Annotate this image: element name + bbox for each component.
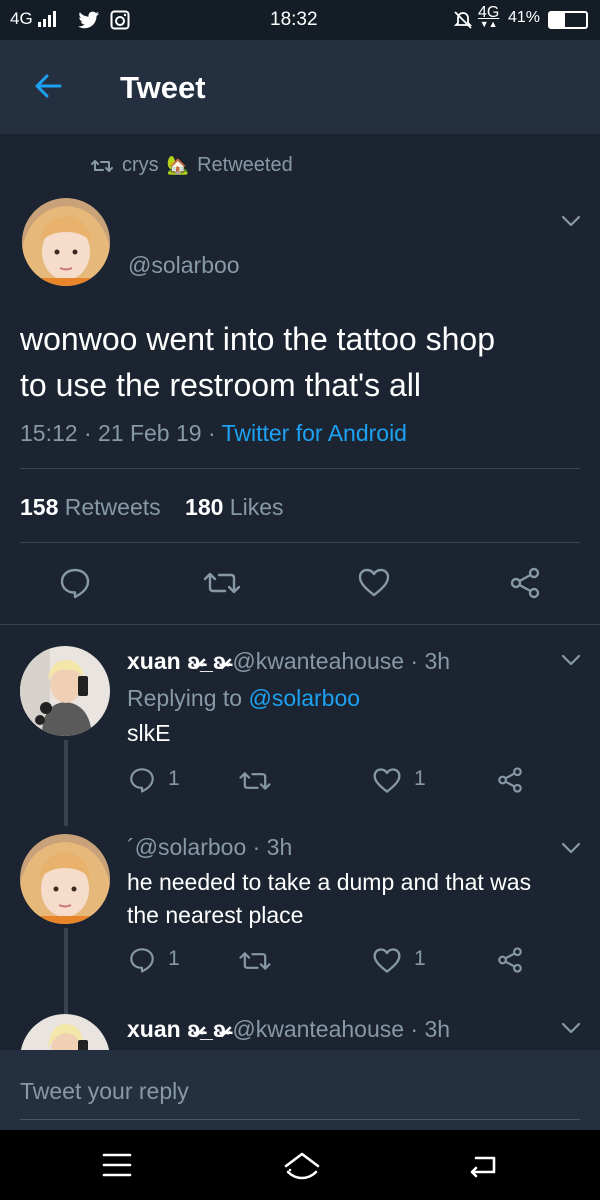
status-time: 18:32	[270, 9, 318, 30]
back-arrow-icon[interactable]	[30, 68, 66, 104]
instagram-icon	[110, 10, 130, 30]
divider	[20, 542, 580, 543]
like-count: 1	[414, 767, 426, 790]
like-count: 1	[414, 947, 426, 970]
like-heart-icon[interactable]	[372, 766, 402, 796]
back-nav-icon[interactable]	[466, 1152, 500, 1178]
reply-text: he needed to take a dump and that was th…	[127, 866, 531, 932]
reply-author-name[interactable]: xuan ʚ̴̶̷̷_ʚ̴̶̷̷	[127, 1016, 226, 1042]
retweeted-label: Retweeted	[197, 154, 293, 176]
reply-count: 1	[168, 767, 180, 790]
retweet-action-icon[interactable]	[238, 768, 272, 794]
share-icon[interactable]	[496, 946, 524, 974]
page-title: Tweet	[120, 70, 206, 105]
replying-to: Replying to @solarboo	[127, 685, 360, 712]
reply-header: xuan ʚ̴̶̷̷_ʚ̴̶̷̷ @kwanteahouse · 3h	[127, 648, 450, 675]
reply-icon[interactable]	[128, 766, 156, 794]
reply-author-handle[interactable]: ´@solarboo · 3h	[127, 834, 292, 861]
reply-avatar[interactable]	[20, 1014, 110, 1050]
share-icon[interactable]	[496, 766, 524, 794]
reply-compose-bar: Tweet your reply	[0, 1050, 600, 1130]
reply-author-name[interactable]: xuan ʚ̴̶̷̷_ʚ̴̶̷̷	[127, 648, 226, 674]
retweet-action-icon[interactable]	[238, 948, 272, 974]
chevron-down-icon[interactable]	[560, 1021, 582, 1035]
likes-stat[interactable]: 180 Likes	[185, 494, 283, 520]
data-arrows-icon: ▼▲	[479, 19, 498, 29]
tweet-text-line-1: wonwoo went into the tattoo shop	[20, 321, 495, 357]
author-handle[interactable]: @solarboo	[128, 252, 240, 279]
thread-line	[64, 740, 68, 826]
menu-icon[interactable]	[102, 1152, 132, 1178]
reply-avatar[interactable]	[20, 834, 110, 924]
tweet-text: wonwoo went into the tattoo shop to use …	[20, 316, 495, 408]
reply-header: xuan ʚ̴̶̷̷_ʚ̴̶̷̷ @kwanteahouse · 3h	[127, 1016, 450, 1043]
signal-bars-icon	[37, 11, 56, 27]
retweet-context[interactable]: crys 🏡 Retweeted	[90, 154, 293, 177]
likes-count: 180	[185, 494, 224, 520]
replying-to-prefix: Replying to	[127, 685, 249, 711]
chevron-down-icon[interactable]	[560, 841, 582, 855]
retweets-label: Retweets	[64, 494, 161, 520]
battery-icon	[548, 11, 588, 29]
status-bar: 4G 18:32 4G ▼▲ 41%	[0, 0, 600, 40]
retweets-count: 158	[20, 494, 59, 520]
reply-author-handle[interactable]: @kwanteahouse · 3h	[232, 648, 450, 674]
reply-author-handle[interactable]: @kwanteahouse · 3h	[232, 1016, 450, 1042]
reply-input[interactable]: Tweet your reply	[20, 1078, 189, 1105]
reply-count: 1	[168, 947, 180, 970]
home-icon[interactable]	[282, 1150, 322, 1180]
chevron-down-icon[interactable]	[560, 214, 582, 228]
reply-avatar-clip	[20, 1014, 110, 1050]
author-avatar[interactable]	[22, 198, 110, 286]
house-emoji: 🏡	[166, 155, 190, 175]
retweet-action-icon[interactable]	[202, 568, 242, 598]
signal-left: 4G	[10, 9, 56, 29]
tweet-timestamp: 15:12 · 21 Feb 19 ·	[20, 420, 222, 446]
like-heart-icon[interactable]	[357, 566, 391, 600]
alarm-off-icon	[453, 11, 473, 29]
app-header: Tweet	[0, 40, 600, 134]
reply-input-underline	[20, 1119, 580, 1120]
retweeter-name: crys	[122, 154, 159, 176]
tweet-stats: 158 Retweets 180 Likes	[20, 494, 284, 521]
battery-percent: 41%	[508, 9, 541, 26]
network-type-right: 4G ▼▲	[478, 4, 500, 29]
system-nav-bar	[0, 1130, 600, 1200]
thread-line	[64, 928, 68, 1014]
tweet-meta: 15:12 · 21 Feb 19 · Twitter for Android	[20, 420, 407, 447]
reply-icon[interactable]	[128, 946, 156, 974]
like-heart-icon[interactable]	[372, 946, 402, 976]
divider	[20, 468, 580, 469]
retweets-stat[interactable]: 158 Retweets	[20, 494, 161, 520]
twitter-bird-icon	[78, 11, 100, 29]
reply-text-line-1: he needed to take a dump and that was	[127, 869, 532, 895]
retweet-icon	[91, 159, 113, 172]
tweet-text-line-2: to use the restroom that's all	[20, 367, 421, 403]
likes-label: Likes	[229, 494, 284, 520]
reply-avatar[interactable]	[20, 646, 110, 736]
reply-text: slkE	[127, 720, 171, 746]
network-type-left: 4G	[10, 9, 33, 28]
chevron-down-icon[interactable]	[560, 653, 582, 667]
divider	[0, 624, 600, 625]
reply-text-line-2: the nearest place	[127, 902, 304, 928]
share-icon[interactable]	[508, 566, 542, 600]
tweet-source-link[interactable]: Twitter for Android	[222, 420, 407, 446]
replying-to-handle[interactable]: @solarboo	[248, 685, 360, 711]
reply-icon[interactable]	[58, 566, 92, 600]
